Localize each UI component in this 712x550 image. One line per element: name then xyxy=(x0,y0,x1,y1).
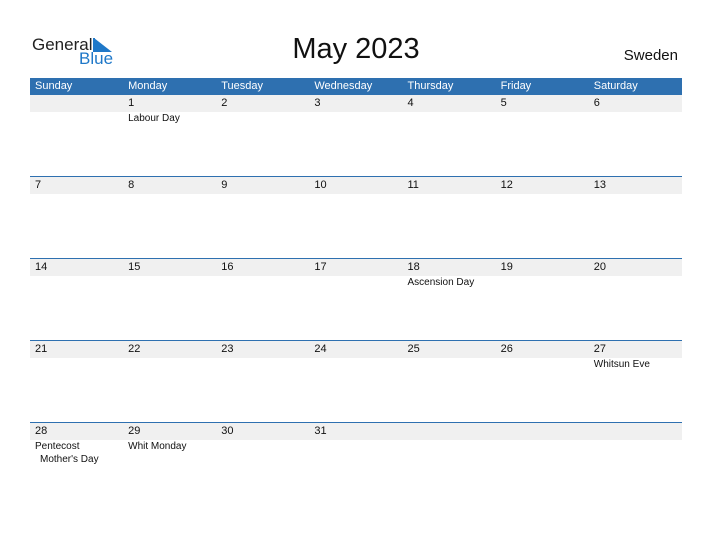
week-row: 14 15 16 17 18 Ascension Day 19 20 xyxy=(30,258,682,340)
day-number: 18 xyxy=(407,261,420,273)
day-number: 26 xyxy=(500,343,513,355)
day-cell xyxy=(496,423,589,504)
day-number: 17 xyxy=(314,261,327,273)
day-number: 15 xyxy=(128,261,141,273)
day-cell[interactable]: 26 xyxy=(496,341,589,422)
day-cell[interactable]: 21 xyxy=(30,341,123,422)
day-cell[interactable]: 29 Whit Monday xyxy=(123,423,216,504)
day-cell[interactable]: 2 xyxy=(216,95,309,176)
day-cell[interactable]: 4 xyxy=(403,95,496,176)
day-cell[interactable]: 15 xyxy=(123,259,216,340)
day-cell[interactable]: 14 xyxy=(30,259,123,340)
day-number: 4 xyxy=(407,97,414,109)
week-row: 7 8 9 10 11 12 13 xyxy=(30,176,682,258)
weekday-saturday: Saturday xyxy=(593,80,638,92)
day-number: 13 xyxy=(593,179,606,191)
holiday-label: Whit Monday xyxy=(128,441,187,452)
day-cell[interactable]: 28 Pentecost Mother's Day xyxy=(30,423,123,504)
day-cell[interactable]: 7 xyxy=(30,177,123,258)
day-number: 2 xyxy=(221,97,228,109)
day-number: 6 xyxy=(593,97,600,109)
day-number: 16 xyxy=(221,261,234,273)
week-row: 28 Pentecost Mother's Day 29 Whit Monday 30 31 xyxy=(30,422,682,504)
day-cell[interactable]: 5 xyxy=(496,95,589,176)
day-number: 25 xyxy=(407,343,420,355)
day-cell[interactable]: 9 xyxy=(216,177,309,258)
week-row: 21 22 23 24 25 26 27 Whitsun Eve xyxy=(30,340,682,422)
day-cell[interactable]: 12 xyxy=(496,177,589,258)
day-cell[interactable]: 24 xyxy=(309,341,402,422)
day-cell[interactable]: 18 Ascension Day xyxy=(403,259,496,340)
day-number: 28 xyxy=(35,425,48,437)
day-number: 22 xyxy=(128,343,141,355)
day-number: 24 xyxy=(314,343,327,355)
day-cell[interactable]: 1 Labour Day xyxy=(123,95,216,176)
day-number: 19 xyxy=(500,261,513,273)
day-cell[interactable]: 31 xyxy=(309,423,402,504)
weekday-tuesday: Tuesday xyxy=(221,80,264,92)
weekday-wednesday: Wednesday xyxy=(314,80,373,92)
day-cell[interactable]: 13 xyxy=(589,177,682,258)
weekday-sunday: Sunday xyxy=(35,80,73,92)
day-cell xyxy=(403,423,496,504)
day-number: 8 xyxy=(128,179,135,191)
day-cell[interactable]: 27 Whitsun Eve xyxy=(589,341,682,422)
day-cell[interactable]: 8 xyxy=(123,177,216,258)
day-cell xyxy=(30,95,123,176)
day-cell[interactable]: 6 xyxy=(589,95,682,176)
day-number: 1 xyxy=(128,97,135,109)
day-cell[interactable]: 22 xyxy=(123,341,216,422)
day-number: 14 xyxy=(35,261,48,273)
day-number: 21 xyxy=(35,343,48,355)
weekday-friday: Friday xyxy=(500,80,532,92)
day-number: 31 xyxy=(314,425,327,437)
holiday-label: Ascension Day xyxy=(407,277,475,288)
day-cell[interactable]: 23 xyxy=(216,341,309,422)
calendar-grid: Sunday Monday Tuesday Wednesday Thursday Frid… xyxy=(30,78,682,504)
country-label: Sweden xyxy=(623,47,678,64)
day-number: 11 xyxy=(407,179,419,191)
holiday-label: Labour Day xyxy=(128,113,180,124)
day-cell xyxy=(589,423,682,504)
holiday-label: Mother's Day xyxy=(40,454,99,465)
weekday-monday: Monday xyxy=(128,80,168,92)
day-number: 20 xyxy=(593,261,606,273)
day-number: 29 xyxy=(128,425,141,437)
day-cell[interactable]: 17 xyxy=(309,259,402,340)
day-number: 7 xyxy=(35,179,42,191)
week-row: 1 Labour Day 2 3 4 5 6 xyxy=(30,95,682,176)
day-number: 30 xyxy=(221,425,234,437)
day-number: 10 xyxy=(314,179,327,191)
day-cell[interactable]: 11 xyxy=(403,177,496,258)
day-number: 9 xyxy=(221,179,228,191)
day-cell[interactable]: 30 xyxy=(216,423,309,504)
day-cell[interactable]: 19 xyxy=(496,259,589,340)
day-number: 27 xyxy=(593,343,606,355)
day-number: 23 xyxy=(221,343,234,355)
day-cell[interactable]: 3 xyxy=(309,95,402,176)
day-cell[interactable]: 25 xyxy=(403,341,496,422)
calendar-title: May 2023 xyxy=(292,33,420,65)
day-number: 5 xyxy=(500,97,507,109)
weekday-header: Sunday Monday Tuesday Wednesday Thursday Frid… xyxy=(30,78,682,95)
weekday-thursday: Thursday xyxy=(407,80,454,92)
day-number: 12 xyxy=(500,179,513,191)
day-number: 3 xyxy=(314,97,321,109)
day-cell[interactable]: 20 xyxy=(589,259,682,340)
holiday-label: Whitsun Eve xyxy=(593,359,650,370)
holiday-label: Pentecost xyxy=(35,441,80,452)
day-cell[interactable]: 10 xyxy=(309,177,402,258)
day-cell[interactable]: 16 xyxy=(216,259,309,340)
